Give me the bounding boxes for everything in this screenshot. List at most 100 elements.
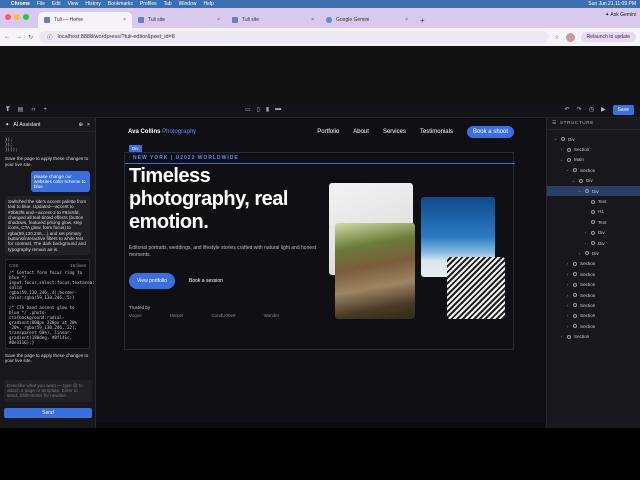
add-icon[interactable]: +	[43, 107, 47, 113]
new-chat-icon[interactable]: ⊕	[79, 122, 83, 128]
landscape-view-icon[interactable]: ▬	[275, 106, 281, 113]
save-button[interactable]: Save	[612, 104, 634, 115]
menu-view[interactable]: View	[68, 1, 79, 7]
menu-edit[interactable]: Edit	[52, 1, 61, 7]
nav-portfolio[interactable]: Portfolio	[317, 129, 339, 135]
structure-node[interactable]: › Section	[547, 300, 640, 310]
structure-node[interactable]: › Section	[547, 259, 640, 269]
structure-node[interactable]: › Section	[547, 269, 640, 279]
expand-chevron-icon[interactable]: ⌄	[577, 188, 582, 194]
code-icon[interactable]: ‹›	[31, 107, 35, 113]
back-icon[interactable]: ←	[4, 34, 10, 40]
profile-avatar[interactable]	[565, 32, 575, 42]
nav-about[interactable]: About	[353, 129, 369, 135]
tablet-view-icon[interactable]: ▯	[257, 106, 260, 113]
menu-bookmarks[interactable]: Bookmarks	[108, 1, 133, 7]
history-icon[interactable]: ◷	[589, 106, 594, 113]
expand-chevron-icon[interactable]: ›	[583, 241, 588, 246]
expand-chevron-icon[interactable]: ›	[565, 261, 570, 266]
reload-icon[interactable]: ↻	[28, 34, 33, 41]
nav-testimonials[interactable]: Testimonials	[420, 129, 453, 135]
element-icon	[573, 272, 577, 277]
menu-help[interactable]: Help	[203, 1, 213, 7]
book-session-button[interactable]: Book a session	[189, 278, 223, 284]
expand-chevron-icon[interactable]: ›	[583, 230, 588, 235]
expand-chevron-icon[interactable]: ›	[565, 272, 570, 277]
structure-node[interactable]: › Section	[547, 144, 640, 154]
book-shoot-button[interactable]: Book a shoot	[466, 126, 514, 138]
prompt-input[interactable]: Describe what you want — type @ to attac…	[4, 380, 92, 402]
hero-lead[interactable]: Editorial portraits, weddings, and lifes…	[129, 245, 319, 259]
sparkle-icon: ✦	[5, 121, 10, 128]
minimize-window-icon[interactable]	[14, 14, 20, 20]
close-tab-icon[interactable]: ×	[405, 17, 408, 23]
menu-window[interactable]: Window	[179, 1, 197, 7]
browser-tab-1[interactable]: Tuli — Home ×	[38, 12, 132, 28]
browser-tab-3[interactable]: Tuli site ×	[226, 12, 320, 28]
redo-icon[interactable]: ↷	[577, 106, 582, 113]
expand-chevron-icon[interactable]: ⌄	[565, 167, 570, 173]
expand-chevron-icon[interactable]: ›	[565, 313, 570, 318]
structure-node[interactable]: Text	[547, 217, 640, 227]
hero-headline[interactable]: Timeless photography, real emotion.	[129, 165, 319, 234]
zoom-window-icon[interactable]	[23, 14, 29, 20]
expand-chevron-icon[interactable]: ⌄	[559, 157, 564, 163]
forward-icon[interactable]: →	[16, 34, 22, 40]
structure-node[interactable]: ⌄ Section	[547, 165, 640, 175]
close-tab-icon[interactable]: ×	[123, 17, 126, 23]
menu-history[interactable]: History	[85, 1, 101, 7]
new-tab-button[interactable]: +	[414, 12, 431, 28]
site-info-icon[interactable]: ⓘ	[47, 33, 53, 41]
close-tab-icon[interactable]: ×	[217, 17, 220, 23]
structure-node[interactable]: › Div	[547, 248, 640, 258]
menu-profiles[interactable]: Profiles	[140, 1, 157, 7]
browser-tab-2[interactable]: Tuli site ×	[132, 12, 226, 28]
layers-icon[interactable]: ▤	[18, 106, 24, 113]
hero-section[interactable]: Div NEW YORK | U2022 WORLDWIDE Timeless …	[124, 145, 515, 350]
mobile-view-icon[interactable]: ▮	[266, 106, 269, 113]
expand-chevron-icon[interactable]: ›	[577, 251, 582, 256]
structure-node[interactable]: › Section	[547, 279, 640, 289]
structure-node[interactable]: ⌄ Div	[547, 134, 640, 144]
structure-node[interactable]: › Section	[547, 331, 640, 341]
structure-node[interactable]: ⌄ Div	[547, 176, 640, 186]
close-window-icon[interactable]	[5, 14, 11, 20]
element-icon	[585, 189, 589, 194]
structure-node[interactable]: › Section	[547, 311, 640, 321]
url-input[interactable]: ⓘ localhost:8888/wordpress/?tuli-editor&…	[39, 31, 549, 43]
structure-node[interactable]: ⌄ Main	[547, 155, 640, 165]
undo-icon[interactable]: ↶	[565, 106, 570, 113]
expand-chevron-icon[interactable]: ›	[565, 282, 570, 287]
app-name[interactable]: Chrome	[11, 1, 30, 7]
expand-chevron-icon[interactable]: ›	[559, 334, 564, 339]
expand-chevron-icon[interactable]: ›	[565, 303, 570, 308]
relaunch-button[interactable]: Relaunch to update	[580, 32, 636, 42]
expand-chevron-icon[interactable]: ›	[559, 147, 564, 152]
expand-chevron-icon[interactable]: ›	[565, 324, 570, 329]
structure-node[interactable]: H1	[547, 207, 640, 217]
expand-chevron-icon[interactable]: ⌄	[553, 136, 558, 142]
structure-node[interactable]: › Div	[547, 228, 640, 238]
send-button[interactable]: Send	[4, 408, 92, 418]
structure-node[interactable]: Text	[547, 196, 640, 206]
preview-icon[interactable]: ▶	[601, 106, 606, 113]
structure-node[interactable]: › Section	[547, 290, 640, 300]
nav-services[interactable]: Services	[383, 129, 406, 135]
menu-tab[interactable]: Tab	[164, 1, 172, 7]
site-brand[interactable]: Ava Collins Photography	[128, 129, 196, 135]
ai-messages[interactable]: }); }); })(); Save the page to apply the…	[0, 132, 95, 373]
desktop-view-icon[interactable]: ▭	[245, 106, 251, 113]
structure-node[interactable]: › Div	[547, 238, 640, 248]
structure-node[interactable]: ⌄ Div	[547, 185, 640, 197]
menu-file[interactable]: File	[37, 1, 45, 7]
view-portfolio-button[interactable]: View portfolio	[129, 273, 175, 289]
close-panel-icon[interactable]: ×	[87, 122, 90, 128]
browser-tab-4[interactable]: Google Gemini ×	[320, 12, 414, 28]
close-tab-icon[interactable]: ×	[311, 17, 314, 23]
tuli-logo-icon[interactable]: T	[6, 107, 10, 113]
expand-chevron-icon[interactable]: ›	[565, 293, 570, 298]
expand-chevron-icon[interactable]: ⌄	[571, 178, 576, 184]
bookmark-star-icon[interactable]: ☆	[554, 34, 559, 41]
ask-gemini-button[interactable]: ✦ Ask Gemini	[605, 12, 636, 18]
structure-node[interactable]: › Section	[547, 321, 640, 331]
